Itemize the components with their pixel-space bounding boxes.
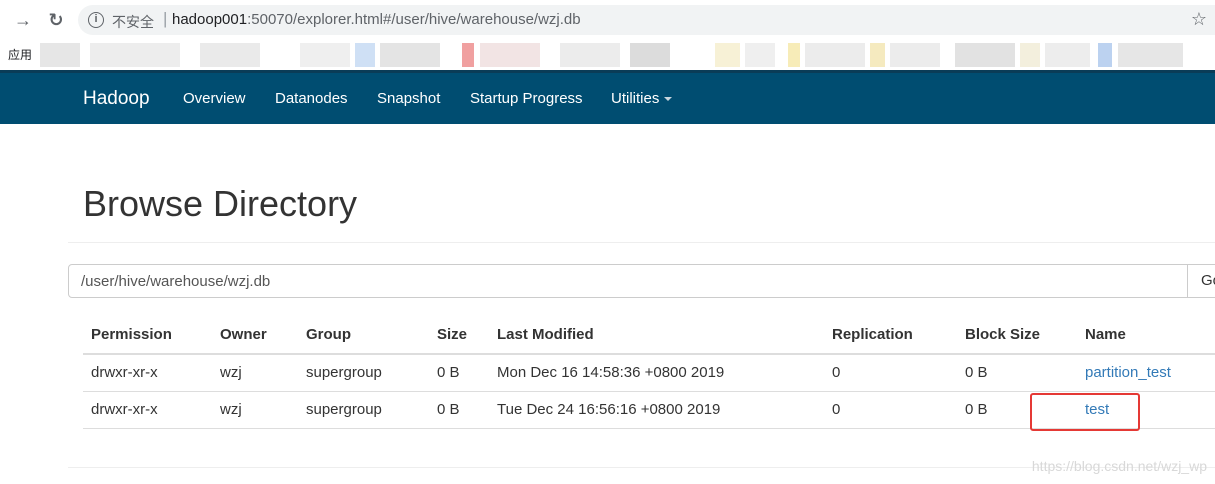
blurred-bookmark[interactable] <box>380 43 440 67</box>
nav-utilities[interactable]: Utilities <box>611 90 673 107</box>
blurred-bookmark[interactable] <box>1020 43 1040 67</box>
url-host: hadoop001 <box>172 11 248 28</box>
blurred-bookmark[interactable] <box>355 43 375 67</box>
cell-replication: 0 <box>824 391 957 429</box>
header-name[interactable]: Name <box>1077 316 1215 355</box>
blurred-bookmark[interactable] <box>462 43 474 67</box>
directory-link[interactable]: partition_test <box>1085 364 1171 381</box>
blurred-bookmark[interactable] <box>40 43 80 67</box>
bookmarks-apps[interactable]: 应用 <box>8 46 32 63</box>
header-block-size[interactable]: Block Size <box>957 316 1077 355</box>
nav-utilities-label: Utilities <box>611 90 660 107</box>
header-group[interactable]: Group <box>298 316 429 355</box>
navbar-brand[interactable]: Hadoop <box>83 88 150 110</box>
cell-permission: drwxr-xr-x <box>83 354 212 392</box>
table-row: drwxr-xr-x wzj supergroup 0 B Mon Dec 16… <box>83 354 1215 392</box>
bookmarks-bar: 应用 <box>0 40 1215 70</box>
hadoop-navbar: Hadoop Overview Datanodes Snapshot Start… <box>0 70 1215 124</box>
cell-block-size: 0 B <box>957 354 1077 392</box>
annotation-highlight-box <box>1030 393 1140 431</box>
page-title: Browse Directory <box>83 183 358 224</box>
blurred-bookmark[interactable] <box>1118 43 1183 67</box>
url-text[interactable]: hadoop001:50070/explorer.html#/user/hive… <box>172 11 581 28</box>
cell-size: 0 B <box>429 391 489 429</box>
blurred-bookmark[interactable] <box>90 43 180 67</box>
watermark: https://blog.csdn.net/wzj_wp <box>1031 458 1207 474</box>
blurred-bookmark[interactable] <box>560 43 620 67</box>
cell-permission: drwxr-xr-x <box>83 391 212 429</box>
bookmark-star-icon[interactable]: ☆ <box>1191 9 1207 30</box>
cell-name: partition_test <box>1077 354 1215 392</box>
reload-icon[interactable]: ↻ <box>46 10 66 30</box>
url-path: :50070/explorer.html#/user/hive/warehous… <box>247 11 581 28</box>
header-permission[interactable]: Permission <box>83 316 212 355</box>
blurred-bookmark[interactable] <box>745 43 775 67</box>
blurred-bookmark[interactable] <box>200 43 260 67</box>
blurred-bookmark[interactable] <box>890 43 940 67</box>
blurred-bookmark[interactable] <box>630 43 670 67</box>
blurred-bookmark[interactable] <box>480 43 540 67</box>
blurred-bookmark[interactable] <box>788 43 800 67</box>
title-divider <box>68 242 1215 243</box>
header-replication[interactable]: Replication <box>824 316 957 355</box>
info-icon[interactable]: i <box>88 12 104 28</box>
table-header-row: Permission Owner Group Size Last Modifie… <box>83 316 1215 355</box>
nav-snapshot[interactable]: Snapshot <box>377 90 440 107</box>
blurred-bookmark[interactable] <box>870 43 885 67</box>
blurred-bookmark[interactable] <box>1045 43 1090 67</box>
blurred-bookmark[interactable] <box>955 43 1015 67</box>
header-last-modified[interactable]: Last Modified <box>489 316 824 355</box>
nav-datanodes[interactable]: Datanodes <box>275 90 348 107</box>
blurred-bookmark[interactable] <box>715 43 740 67</box>
go-button[interactable]: Go <box>1187 264 1215 298</box>
address-bar[interactable]: i 不安全 | hadoop001:50070/explorer.html#/u… <box>78 5 1215 35</box>
url-separator: | <box>163 9 168 28</box>
security-label: 不安全 <box>112 15 154 31</box>
cell-group: supergroup <box>298 354 429 392</box>
cell-owner: wzj <box>212 391 298 429</box>
directory-path-input[interactable] <box>68 264 1188 298</box>
blurred-bookmark[interactable] <box>300 43 350 67</box>
nav-startup-progress[interactable]: Startup Progress <box>470 90 583 107</box>
caret-down-icon <box>664 97 673 102</box>
header-size[interactable]: Size <box>429 316 489 355</box>
cell-replication: 0 <box>824 354 957 392</box>
cell-owner: wzj <box>212 354 298 392</box>
cell-group: supergroup <box>298 391 429 429</box>
cell-size: 0 B <box>429 354 489 392</box>
nav-overview[interactable]: Overview <box>183 90 246 107</box>
cell-last-modified: Tue Dec 24 16:56:16 +0800 2019 <box>489 391 824 429</box>
forward-icon[interactable]: → <box>13 10 33 30</box>
browser-toolbar: → ↻ i 不安全 | hadoop001:50070/explorer.htm… <box>0 0 1215 40</box>
cell-last-modified: Mon Dec 16 14:58:36 +0800 2019 <box>489 354 824 392</box>
blurred-bookmark[interactable] <box>805 43 865 67</box>
blurred-bookmark[interactable] <box>1098 43 1112 67</box>
header-owner[interactable]: Owner <box>212 316 298 355</box>
